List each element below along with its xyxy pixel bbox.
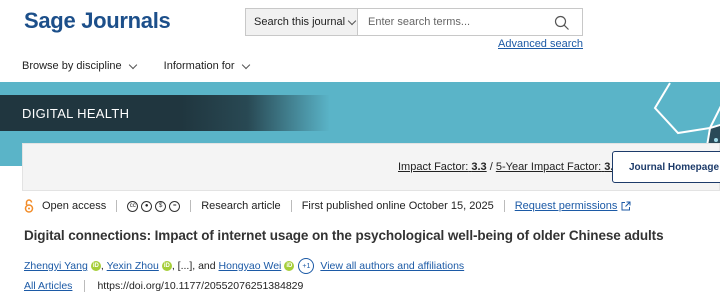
nav-item-label: Information for — [163, 60, 235, 72]
impact-factor-value: 3.3 — [471, 161, 487, 173]
divider — [190, 200, 192, 212]
divider — [290, 200, 292, 212]
orcid-icon[interactable]: iD — [90, 261, 101, 271]
all-articles-link[interactable]: All Articles — [24, 280, 72, 292]
doi-row: All Articles https://doi.org/10.1177/205… — [24, 280, 303, 292]
nd-icon: = — [169, 200, 181, 212]
chevron-down-icon — [347, 16, 357, 25]
search-scope-label: Search this journal — [254, 16, 346, 28]
author-link[interactable]: Hongyao Wei — [219, 260, 282, 272]
main-nav: Browse by discipline Information for — [22, 60, 250, 72]
creative-commons-license[interactable]: cc ● $ = — [127, 200, 181, 212]
nav-item-label: Browse by discipline — [22, 60, 122, 72]
search-icon[interactable] — [554, 15, 570, 31]
chevron-down-icon — [128, 60, 137, 69]
impact-divider: / — [489, 161, 493, 173]
five-year-impact-factor-link[interactable]: 5-Year Impact Factor: 3.7 — [496, 161, 620, 173]
impact-factor-label: Impact Factor: — [398, 161, 469, 173]
author-link[interactable]: Yexin Zhou — [107, 260, 159, 272]
search-scope-select[interactable]: Search this journal — [245, 8, 357, 36]
article-type: Research article — [201, 200, 281, 212]
divider — [503, 200, 505, 212]
advanced-search-link[interactable]: Advanced search — [498, 38, 583, 50]
cc-icon: cc — [127, 200, 139, 212]
open-access-label: Open access — [42, 200, 107, 212]
more-authors-badge[interactable]: +1 — [298, 258, 315, 274]
orcid-icon[interactable]: iD — [161, 261, 172, 271]
impact-factor-link[interactable]: Impact Factor: 3.3 — [398, 161, 487, 173]
author-ellipsis: , [...], and — [171, 260, 216, 272]
impact-factor-panel: Impact Factor: 3.3 / 5-Year Impact Facto… — [22, 143, 720, 191]
article-meta: Open access cc ● $ = Research article Fi… — [24, 199, 631, 213]
request-permissions-link[interactable]: Request permissions — [515, 200, 618, 212]
author-link[interactable]: Zhengyi Yang — [24, 260, 88, 272]
journal-name: DIGITAL HEALTH — [22, 106, 130, 121]
divider — [84, 280, 86, 292]
view-all-authors-link[interactable]: View all authors and affiliations — [320, 260, 464, 272]
impact-factors: Impact Factor: 3.3 / 5-Year Impact Facto… — [398, 161, 620, 173]
nc-icon: $ — [155, 200, 167, 212]
author-list: Zhengyi Yang iD , Yexin Zhou iD , [...],… — [24, 258, 464, 274]
by-icon: ● — [141, 200, 153, 212]
five-year-label: 5-Year Impact Factor: — [495, 161, 602, 173]
published-date: First published online October 15, 2025 — [301, 200, 494, 212]
article-title: Digital connections: Impact of internet … — [24, 228, 664, 243]
author-separator: , — [100, 260, 104, 272]
doi-text[interactable]: https://doi.org/10.1177/2055207625138482… — [97, 280, 303, 292]
search-placeholder: Enter search terms... — [368, 16, 471, 28]
nav-browse-by-discipline[interactable]: Browse by discipline — [22, 60, 137, 72]
sage-journals-logo[interactable]: Sage Journals — [24, 8, 171, 34]
journal-homepage-button[interactable]: Journal Homepage — [612, 151, 720, 183]
nav-information-for[interactable]: Information for — [163, 60, 250, 72]
orcid-icon[interactable]: iD — [284, 261, 295, 271]
chevron-down-icon — [241, 60, 250, 69]
divider — [116, 200, 118, 212]
open-access-icon — [24, 199, 34, 213]
search-input[interactable]: Enter search terms... — [357, 8, 583, 36]
search-bar: Search this journal Enter search terms..… — [245, 8, 583, 36]
external-link-icon — [621, 201, 631, 211]
